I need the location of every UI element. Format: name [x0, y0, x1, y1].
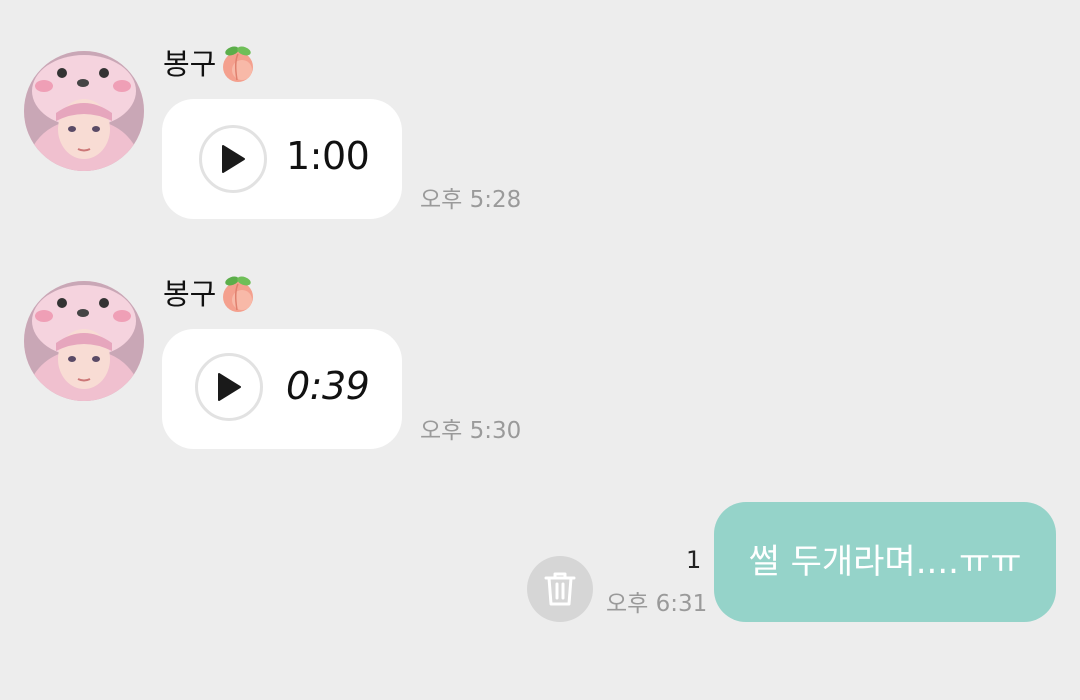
peach-icon — [218, 274, 258, 314]
unread-count: 1 — [686, 546, 702, 574]
play-icon — [218, 373, 241, 401]
play-icon — [222, 145, 245, 173]
voice-message-bubble[interactable]: 0:39 — [162, 329, 402, 449]
trash-icon — [544, 572, 576, 606]
message-time: 오후 6:31 — [606, 591, 708, 617]
sender-name-text: 봉구 — [163, 46, 217, 81]
sent-message-text: 썰 두개라며....ㅠㅠ — [748, 542, 1022, 582]
play-button[interactable] — [199, 125, 267, 193]
sender-avatar[interactable] — [24, 281, 144, 401]
sent-message-bubble[interactable]: 썰 두개라며....ㅠㅠ — [714, 502, 1056, 622]
sender-name: 봉구 — [163, 44, 258, 84]
voice-duration: 0:39 — [286, 364, 370, 408]
voice-duration: 1:00 — [286, 134, 370, 178]
sender-name-text: 봉구 — [163, 276, 217, 311]
sender-avatar[interactable] — [24, 51, 144, 171]
voice-message-bubble[interactable]: 1:00 — [162, 99, 402, 219]
delete-button[interactable] — [527, 556, 593, 622]
play-button[interactable] — [195, 353, 263, 421]
message-time: 오후 5:28 — [420, 187, 522, 213]
peach-icon — [218, 44, 258, 84]
sender-name: 봉구 — [163, 274, 258, 314]
message-time: 오후 5:30 — [420, 418, 522, 444]
